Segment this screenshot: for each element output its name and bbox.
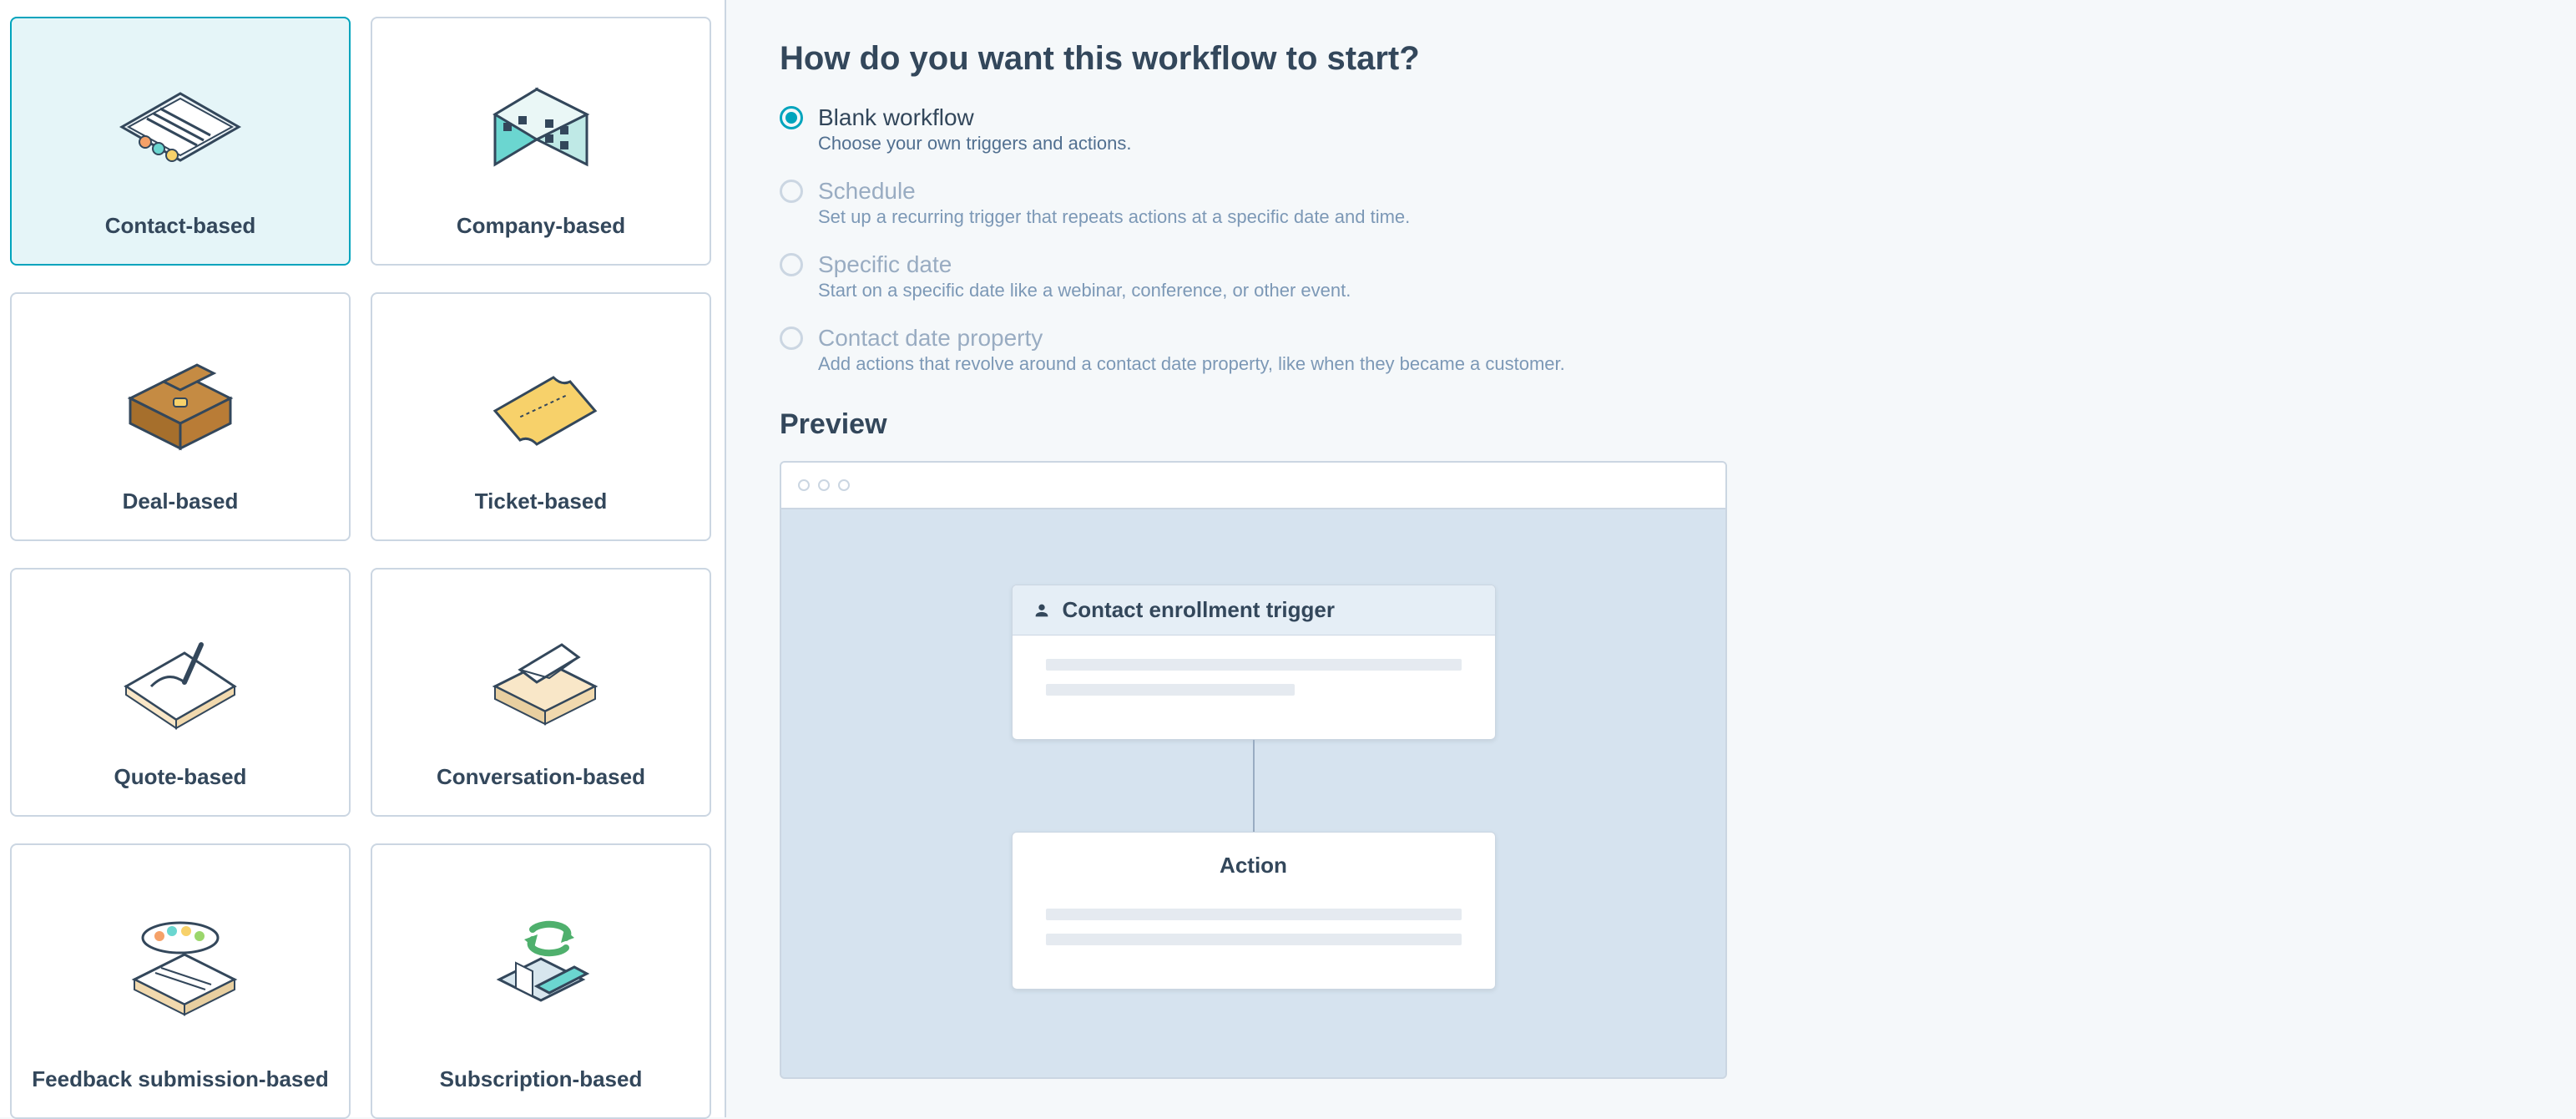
quote-signature-icon	[114, 593, 247, 763]
option-contact-date-property[interactable]: Contact date property Add actions that r…	[780, 325, 2523, 375]
type-card-label: Conversation-based	[437, 763, 645, 792]
skeleton-line	[1046, 909, 1462, 920]
feedback-palette-icon	[114, 868, 247, 1066]
start-options-list: Blank workflow Choose your own triggers …	[780, 104, 2523, 375]
preview-window-chrome	[781, 463, 1725, 509]
type-card-quote[interactable]: Quote-based	[10, 568, 351, 817]
radio-icon	[780, 180, 803, 203]
window-dot-icon	[838, 479, 850, 491]
type-card-conversation[interactable]: Conversation-based	[371, 568, 711, 817]
workflow-type-grid: Contact-based	[0, 0, 726, 1117]
config-heading: How do you want this workflow to start?	[780, 40, 2523, 78]
type-card-company[interactable]: Company-based	[371, 17, 711, 266]
contact-rolodex-icon	[114, 42, 247, 212]
radio-icon	[780, 327, 803, 350]
option-specific-date[interactable]: Specific date Start on a specific date l…	[780, 251, 2523, 301]
option-desc: Start on a specific date like a webinar,…	[818, 280, 1351, 301]
skeleton-line	[1046, 934, 1462, 945]
option-title: Blank workflow	[818, 104, 1131, 131]
option-title: Specific date	[818, 251, 1351, 278]
conversation-inbox-icon	[474, 593, 608, 763]
action-node-title: Action	[1013, 833, 1495, 885]
skeleton-line	[1046, 684, 1296, 696]
trigger-node-header: Contact enrollment trigger	[1013, 585, 1495, 635]
window-dot-icon	[798, 479, 810, 491]
trigger-node-title: Contact enrollment trigger	[1063, 597, 1335, 623]
type-card-label: Ticket-based	[475, 488, 607, 516]
type-card-feedback[interactable]: Feedback submission-based	[10, 843, 351, 1119]
option-desc: Choose your own triggers and actions.	[818, 133, 1131, 154]
option-schedule[interactable]: Schedule Set up a recurring trigger that…	[780, 178, 2523, 228]
type-card-label: Company-based	[457, 212, 625, 241]
type-card-label: Deal-based	[123, 488, 239, 516]
option-title: Contact date property	[818, 325, 1565, 352]
type-card-label: Quote-based	[114, 763, 247, 792]
preview-connector	[1253, 740, 1255, 832]
type-card-ticket[interactable]: Ticket-based	[371, 292, 711, 541]
type-card-subscription[interactable]: Subscription-based	[371, 843, 711, 1119]
company-building-icon	[474, 42, 608, 212]
option-desc: Add actions that revolve around a contac…	[818, 353, 1565, 375]
preview-action-node: Action	[1012, 832, 1496, 990]
type-card-label: Feedback submission-based	[32, 1066, 328, 1094]
option-title: Schedule	[818, 178, 1410, 205]
window-dot-icon	[818, 479, 830, 491]
type-card-label: Contact-based	[105, 212, 256, 241]
type-card-deal[interactable]: Deal-based	[10, 292, 351, 541]
ticket-icon	[474, 317, 608, 488]
option-blank-workflow[interactable]: Blank workflow Choose your own triggers …	[780, 104, 2523, 154]
preview-heading: Preview	[780, 408, 2523, 441]
skeleton-line	[1046, 659, 1462, 671]
contact-icon	[1033, 601, 1051, 620]
workflow-config-panel: How do you want this workflow to start? …	[726, 0, 2576, 1117]
radio-icon	[780, 106, 803, 129]
preview-trigger-node: Contact enrollment trigger	[1012, 585, 1496, 740]
radio-icon	[780, 253, 803, 276]
option-desc: Set up a recurring trigger that repeats …	[818, 206, 1410, 228]
deal-briefcase-icon	[114, 317, 247, 488]
type-card-contact[interactable]: Contact-based	[10, 17, 351, 266]
type-card-label: Subscription-based	[440, 1066, 643, 1094]
preview-box: Contact enrollment trigger Action	[780, 461, 1727, 1079]
preview-canvas: Contact enrollment trigger Action	[781, 509, 1725, 1077]
subscription-recurring-icon	[474, 868, 608, 1066]
